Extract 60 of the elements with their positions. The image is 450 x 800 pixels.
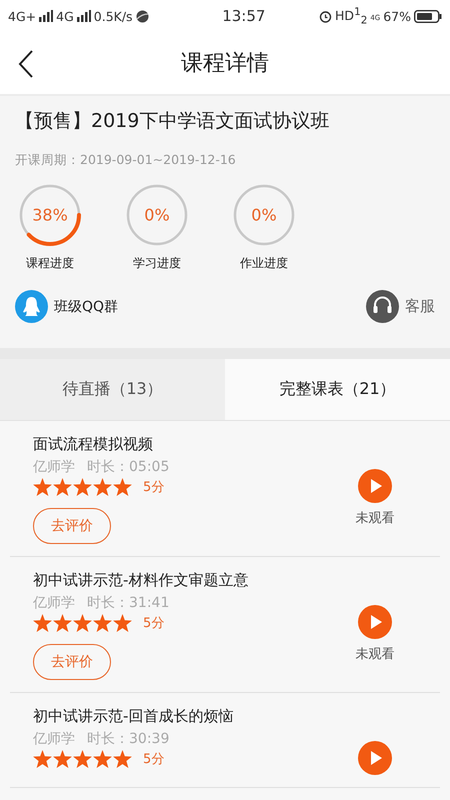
rating-score: 5分 xyxy=(143,479,164,496)
watch-status: 未观看 xyxy=(356,646,394,663)
play-icon[interactable] xyxy=(358,741,392,775)
network-label: 4G xyxy=(56,8,74,24)
star-icon xyxy=(73,614,92,632)
page-title: 课程详情 xyxy=(181,50,269,78)
teacher-name: 亿师学 xyxy=(33,730,75,748)
alarm-icon xyxy=(319,10,332,22)
star-icon xyxy=(53,750,72,768)
customer-service-link[interactable]: 客服 xyxy=(366,290,435,323)
rating-score: 5分 xyxy=(143,751,164,768)
signal-icon xyxy=(76,10,91,22)
play-icon[interactable] xyxy=(358,469,392,503)
teacher-name: 亿师学 xyxy=(33,594,75,612)
rating-score: 5分 xyxy=(143,615,164,632)
progress-ring xyxy=(125,183,189,247)
qq-group-link[interactable]: 班级QQ群 xyxy=(15,290,118,323)
star-icon xyxy=(113,750,132,768)
star-icon xyxy=(33,478,52,496)
teacher-name: 亿师学 xyxy=(33,458,75,476)
star-icon xyxy=(33,750,52,768)
tab[interactable]: 待直播（13） xyxy=(0,359,225,420)
star-icon xyxy=(93,750,112,768)
progress-percent: 0% xyxy=(251,206,277,224)
star-icon xyxy=(93,614,112,632)
star-icon xyxy=(33,614,52,632)
lesson-title: 初中试讲示范-回首成长的烦恼 xyxy=(33,707,234,726)
play-icon[interactable] xyxy=(358,605,392,639)
star-icon xyxy=(113,478,132,496)
headset-icon xyxy=(366,290,399,323)
lesson-title: 初中试讲示范-材料作文审题立意 xyxy=(33,571,250,590)
progress-ring xyxy=(232,183,296,247)
lesson-duration: 时长：05:05 xyxy=(87,458,170,476)
star-icon xyxy=(73,478,92,496)
progress-percent: 0% xyxy=(144,206,170,224)
lesson-title: 面试流程模拟视频 xyxy=(33,435,154,454)
battery-percent: 67% xyxy=(383,8,411,24)
signal-icon xyxy=(39,10,54,22)
watch-status: 未观看 xyxy=(356,510,394,527)
network-label: 4G+ xyxy=(8,8,36,24)
progress-label: 作业进度 xyxy=(240,255,288,272)
planet-icon xyxy=(136,10,149,22)
course-period: 开课周期：2019-09-01~2019-12-16 xyxy=(15,152,237,169)
star-icon xyxy=(93,478,112,496)
back-icon[interactable] xyxy=(18,49,34,79)
lesson-duration: 时长：31:41 xyxy=(87,594,170,612)
star-icon xyxy=(113,614,132,632)
network-speed: 0.5K/s xyxy=(94,8,133,24)
battery-icon xyxy=(414,10,442,22)
course-title: 【预售】2019下中学语文面试协议班 xyxy=(15,109,330,134)
clock-time: 13:57 xyxy=(222,7,266,25)
progress-label: 课程进度 xyxy=(26,255,74,272)
progress-percent: 38% xyxy=(32,206,68,224)
progress-label: 学习进度 xyxy=(133,255,181,272)
progress-ring xyxy=(18,183,82,247)
star-icon xyxy=(53,614,72,632)
penguin-icon xyxy=(15,290,48,323)
star-icon xyxy=(73,750,92,768)
lesson-duration: 时长：30:39 xyxy=(87,730,170,748)
star-icon xyxy=(53,478,72,496)
